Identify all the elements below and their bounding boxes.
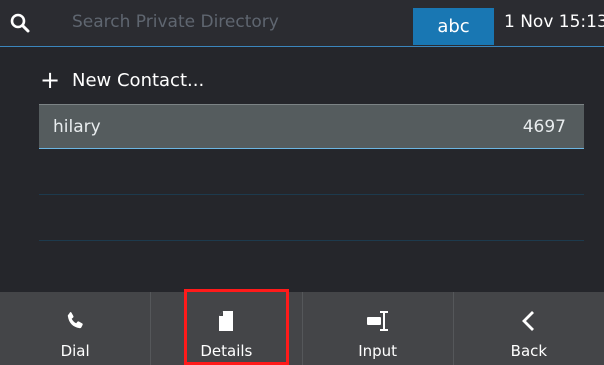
contact-row[interactable]: hilary 4697 <box>39 104 584 149</box>
new-contact-item[interactable]: + New Contact... <box>40 60 204 100</box>
search-input[interactable] <box>72 12 392 32</box>
back-softkey[interactable]: Back <box>454 292 604 365</box>
details-icon <box>217 304 235 338</box>
dial-label: Dial <box>60 342 90 360</box>
dial-softkey[interactable]: Dial <box>0 292 152 365</box>
search-icon[interactable] <box>8 11 32 35</box>
details-softkey[interactable]: Details <box>151 292 303 365</box>
phone-icon <box>64 304 86 338</box>
input-icon <box>364 304 392 338</box>
contact-name: hilary <box>53 116 101 137</box>
details-label: Details <box>200 342 253 360</box>
input-label: Input <box>358 342 398 360</box>
date-time: 1 Nov 15:13 <box>504 12 604 32</box>
list-divider <box>39 240 584 241</box>
softkey-bar: Dial Details Input Back <box>0 292 604 365</box>
list-divider <box>39 194 584 195</box>
back-icon <box>521 304 537 338</box>
back-label: Back <box>510 342 548 360</box>
phone-screen: abc 1 Nov 15:13 + New Contact... hilary … <box>0 0 604 365</box>
new-contact-label: New Contact... <box>72 69 205 91</box>
search-bar: abc 1 Nov 15:13 <box>0 0 604 47</box>
input-mode-badge[interactable]: abc <box>413 8 494 45</box>
plus-icon: + <box>40 66 61 94</box>
contact-number: 4697 <box>522 116 566 137</box>
input-softkey[interactable]: Input <box>303 292 454 365</box>
